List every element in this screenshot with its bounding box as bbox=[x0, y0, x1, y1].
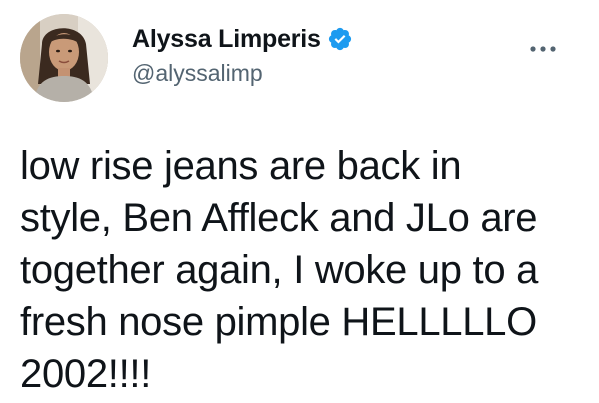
tweet-text-line: together again, I woke up to a bbox=[20, 248, 539, 292]
author-identity: Alyssa Limperis @alyssalimp bbox=[132, 22, 353, 87]
more-options-icon[interactable] bbox=[528, 42, 558, 54]
name-row: Alyssa Limperis bbox=[132, 22, 353, 56]
tweet-text-line: fresh nose pimple HELLLLLO bbox=[20, 300, 537, 344]
avatar-photo bbox=[20, 14, 108, 102]
tweet-text: low rise jeans are back in style, Ben Af… bbox=[20, 140, 590, 400]
handle[interactable]: @alyssalimp bbox=[132, 60, 353, 87]
tweet-text-line: low rise jeans are back in bbox=[20, 144, 462, 188]
tweet-text-line: style, Ben Affleck and JLo are bbox=[20, 196, 538, 240]
avatar[interactable] bbox=[20, 14, 108, 102]
tweet-text-line: 2002!!!! bbox=[20, 352, 152, 396]
display-name[interactable]: Alyssa Limperis bbox=[132, 25, 321, 54]
tweet-card: Alyssa Limperis @alyssalimp low rise jea… bbox=[0, 0, 599, 403]
tweet-header: Alyssa Limperis @alyssalimp bbox=[20, 14, 580, 104]
verified-badge-icon bbox=[327, 26, 353, 52]
